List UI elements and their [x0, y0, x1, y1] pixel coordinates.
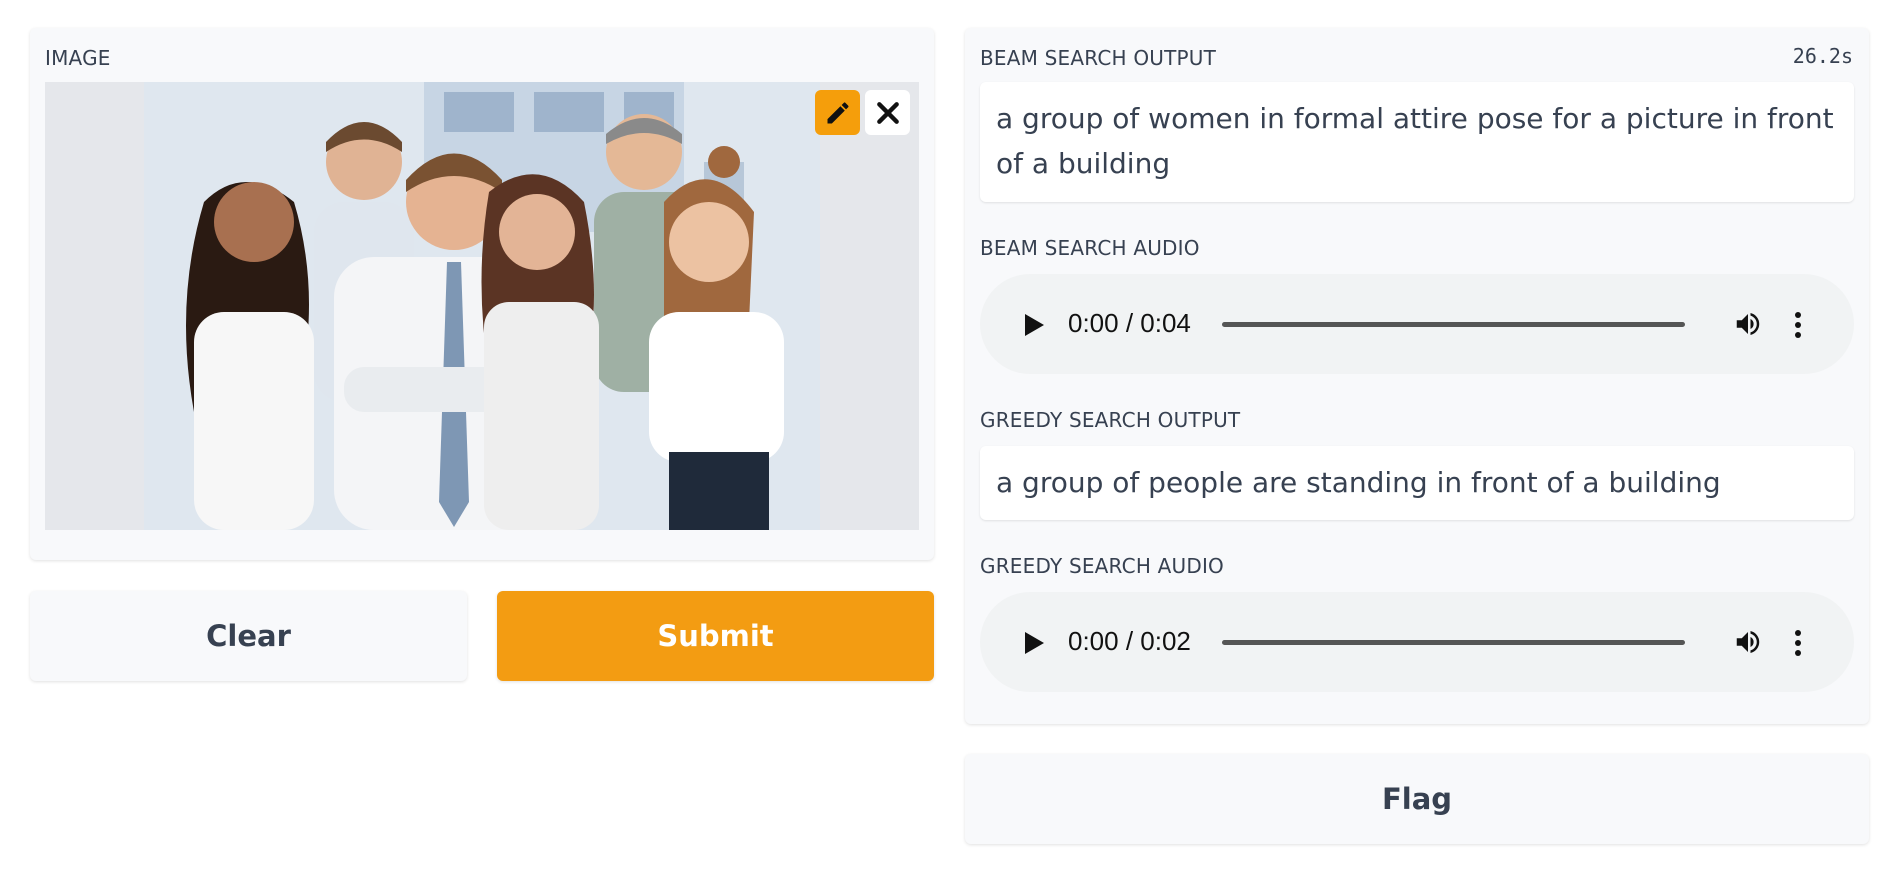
audio-time: 0:00 / 0:02 [1068, 626, 1191, 656]
elapsed-timer: 26.2s [1792, 44, 1853, 68]
close-icon [876, 101, 899, 124]
play-icon[interactable] [1022, 312, 1046, 338]
app-root: IMAGE Clear Submit BEAM SEARCH OUTPUT 26… [0, 0, 1894, 884]
beam-audio-player: 0:00 / 0:04 [980, 274, 1854, 374]
beam-output-label: BEAM SEARCH OUTPUT [980, 46, 1217, 70]
audio-time: 0:00 / 0:04 [1068, 308, 1191, 338]
volume-icon[interactable] [1732, 309, 1764, 339]
beam-output-text: a group of women in formal attire pose f… [980, 82, 1854, 202]
greedy-audio-label: GREEDY SEARCH AUDIO [980, 554, 1224, 578]
volume-icon[interactable] [1732, 627, 1764, 657]
beam-audio-label: BEAM SEARCH AUDIO [980, 236, 1200, 260]
more-options-icon[interactable] [1792, 628, 1804, 658]
more-options-icon[interactable] [1792, 310, 1804, 340]
greedy-audio-player: 0:00 / 0:02 [980, 592, 1854, 692]
pencil-icon [827, 101, 849, 123]
uploaded-image[interactable] [45, 82, 919, 530]
group-photo [144, 82, 820, 530]
play-icon[interactable] [1022, 630, 1046, 656]
output-panel: BEAM SEARCH OUTPUT 26.2s a group of wome… [965, 28, 1869, 724]
audio-progress-bar[interactable] [1222, 640, 1685, 645]
submit-button[interactable]: Submit [497, 591, 934, 681]
edit-image-button[interactable] [815, 90, 860, 135]
image-input-panel: IMAGE [30, 28, 934, 560]
greedy-output-text: a group of people are standing in front … [980, 446, 1854, 520]
image-label: IMAGE [45, 46, 111, 70]
audio-progress-bar[interactable] [1222, 322, 1685, 327]
flag-button[interactable]: Flag [965, 754, 1869, 844]
clear-button[interactable]: Clear [30, 591, 467, 681]
remove-image-button[interactable] [865, 90, 910, 135]
greedy-output-label: GREEDY SEARCH OUTPUT [980, 408, 1241, 432]
